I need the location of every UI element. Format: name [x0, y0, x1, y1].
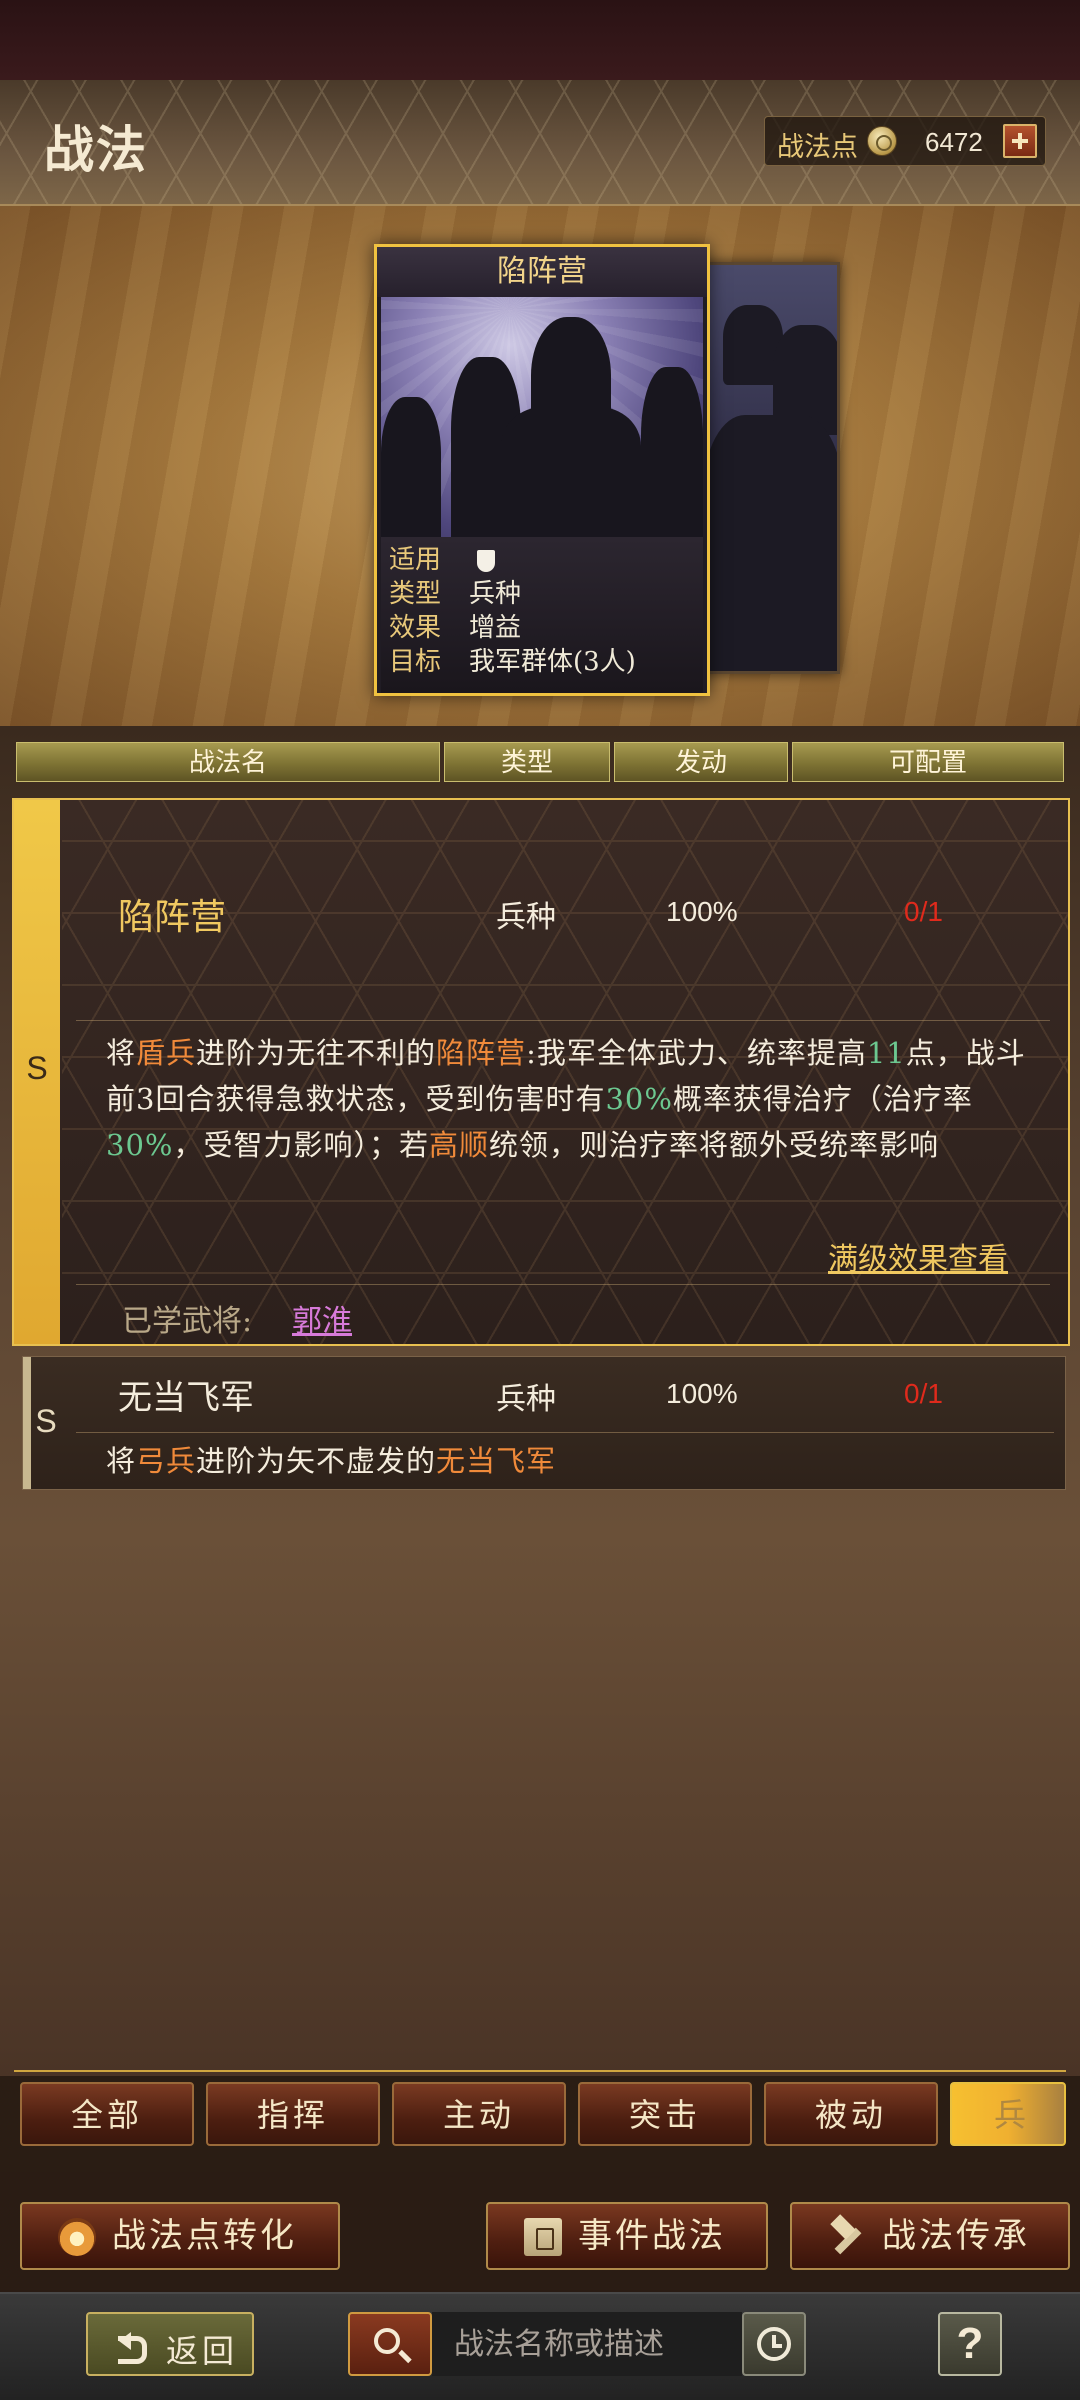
desc-highlight: 高顺	[428, 1128, 489, 1162]
table-header: 战法名 类型 发动 可配置	[16, 742, 1064, 784]
column-header-name[interactable]: 战法名	[16, 742, 440, 782]
skill-config: 0/1	[904, 1378, 943, 1409]
tab-all[interactable]: 全部	[20, 2082, 194, 2146]
skill-config: 0/1	[904, 896, 943, 927]
page-title: 战法	[44, 120, 148, 179]
skill-inherit-label: 战法传承	[882, 2216, 1030, 2256]
tab-assault[interactable]: 突击	[578, 2082, 752, 2146]
card-info-value: 增益	[469, 613, 522, 643]
desc-text: :我军全体武力、统率提高	[526, 1036, 867, 1070]
search-button[interactable]	[348, 2312, 432, 2376]
desc-text: 将	[106, 1444, 137, 1478]
tab-passive[interactable]: 被动	[764, 2082, 938, 2146]
desc-highlight: 陷阵营	[436, 1036, 527, 1070]
desc-number: 30%	[605, 1082, 673, 1116]
divider	[76, 1284, 1050, 1285]
card-info-row: 效果 增益	[389, 611, 521, 645]
event-skills-button[interactable]: 事件战法	[486, 2202, 768, 2270]
card-figure	[381, 397, 441, 537]
event-skills-label: 事件战法	[578, 2216, 726, 2256]
skill-rate: 100%	[666, 1378, 738, 1409]
skill-name: 无当飞军	[118, 1378, 254, 1418]
scroll-icon	[524, 2218, 562, 2256]
skill-type: 兵种	[496, 1382, 556, 1417]
skill-description: 将盾兵进阶为无往不利的陷阵营:我军全体武力、统率提高11点，战斗前3回合获得急救…	[106, 1030, 1036, 1168]
card-info-key: 效果	[389, 613, 442, 643]
skill-inherit-button[interactable]: 战法传承	[790, 2202, 1070, 2270]
back-arrow-icon	[110, 2330, 147, 2364]
desc-highlight: 弓兵	[136, 1444, 197, 1478]
card-info-row: 适用	[389, 543, 496, 577]
next-skill-card[interactable]	[700, 262, 840, 674]
card-title: 陷阵营	[377, 247, 707, 297]
card-info-value: 兵种	[469, 579, 522, 609]
tab-troop[interactable]: 兵	[950, 2082, 1066, 2146]
add-points-button[interactable]	[1003, 124, 1037, 158]
max-level-effect-link[interactable]: 满级效果查看	[828, 1234, 1008, 1278]
coin-icon	[867, 126, 897, 156]
desc-number: 30%	[106, 1128, 174, 1162]
desc-text: 进阶为无往不利的	[196, 1036, 437, 1070]
card-info-row: 类型 兵种	[389, 577, 521, 611]
convert-points-label: 战法点转化	[112, 2216, 297, 2256]
skill-description: 将弓兵进阶为矢不虚发的无当飞军	[106, 1438, 1036, 1484]
skill-points-value: 6472	[925, 127, 983, 157]
card-info-key: 目标	[389, 647, 442, 677]
desc-text: ，受智力影响）；若	[173, 1128, 429, 1162]
learned-generals-label: 已学武将:	[122, 1304, 253, 1339]
skill-name: 陷阵营	[118, 897, 227, 938]
hammer-icon	[828, 2218, 866, 2256]
header: 战法 战法点 6472	[0, 80, 1080, 206]
card-artwork	[381, 297, 703, 537]
divider	[76, 1020, 1050, 1021]
back-label: 返回	[166, 2332, 239, 2370]
skill-card[interactable]: 陷阵营 适用 类型 兵种 效果 增益 目标 我军群体(3人)	[374, 244, 710, 696]
desc-text: 将	[106, 1036, 137, 1070]
card-info-value: 我军群体(3人)	[469, 647, 636, 677]
desc-number: 11	[866, 1036, 906, 1070]
card-figure	[703, 415, 837, 671]
tab-active[interactable]: 主动	[392, 2082, 566, 2146]
desc-text: 概率获得治疗（治疗率	[672, 1082, 973, 1116]
convert-points-button[interactable]: 战法点转化	[20, 2202, 340, 2270]
card-figure	[641, 367, 703, 537]
card-figure	[501, 407, 641, 537]
search-input[interactable]	[432, 2312, 742, 2376]
help-button[interactable]: ?	[938, 2312, 1002, 2376]
desc-text: 统领，则治疗率将额外受统率影响	[489, 1128, 940, 1162]
skill-points-label: 战法点	[777, 132, 858, 163]
skill-type: 兵种	[496, 900, 556, 935]
card-info-key: 适用	[389, 545, 442, 575]
card-info: 适用 类型 兵种 效果 增益 目标 我军群体(3人)	[381, 537, 703, 693]
divider	[76, 1432, 1054, 1433]
learned-general-link[interactable]: 郭淮	[292, 1296, 352, 1340]
column-header-config[interactable]: 可配置	[792, 742, 1064, 782]
skill-rate: 100%	[666, 896, 738, 927]
desc-highlight: 无当飞军	[436, 1444, 557, 1478]
clock-icon	[757, 2327, 791, 2361]
back-button[interactable]: 返回	[86, 2312, 254, 2376]
card-info-key: 类型	[389, 579, 442, 609]
grade-label: S	[26, 1050, 48, 1086]
history-button[interactable]	[742, 2312, 806, 2376]
bottom-bar: 返回 ?	[0, 2292, 1080, 2400]
card-info-row: 目标 我军群体(3人)	[389, 645, 636, 679]
category-tabs: 全部 指挥 主动 突击 被动 兵	[14, 2070, 1066, 2146]
flame-icon	[58, 2218, 96, 2256]
grade-label: S	[35, 1403, 57, 1439]
column-header-rate[interactable]: 发动	[614, 742, 788, 782]
status-strip	[0, 0, 1080, 80]
shield-unit-icon	[477, 550, 496, 572]
search-icon	[374, 2328, 400, 2354]
tab-command[interactable]: 指挥	[206, 2082, 380, 2146]
desc-text: 进阶为矢不虚发的	[196, 1444, 437, 1478]
column-header-type[interactable]: 类型	[444, 742, 610, 782]
skill-points-box: 战法点 6472	[764, 116, 1046, 166]
desc-highlight: 盾兵	[136, 1036, 197, 1070]
